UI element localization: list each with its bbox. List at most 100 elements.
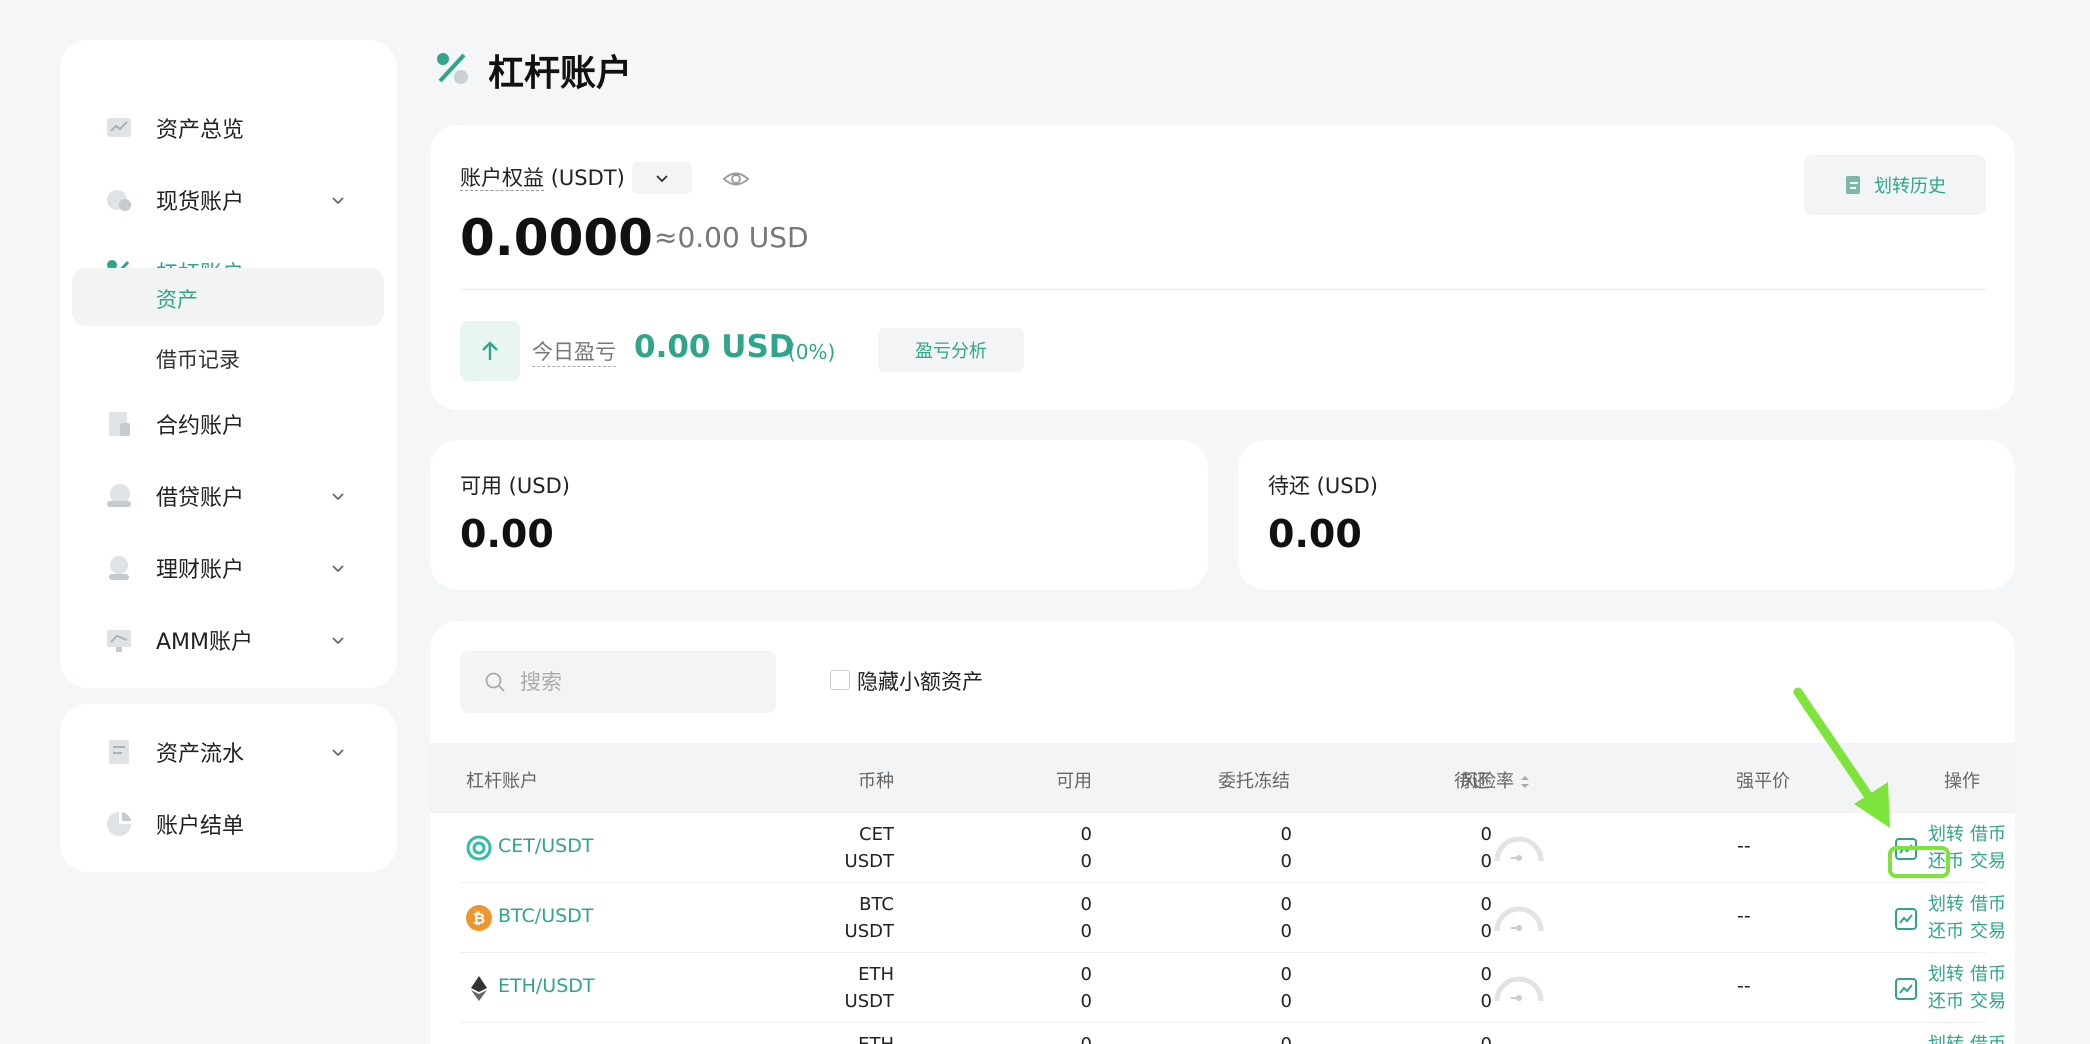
chevron-down-icon [332,637,344,645]
today-pnl-label: 今日盈亏 [532,336,616,367]
sidebar-item-label: 借贷账户 [156,486,245,511]
chart-icon[interactable] [1894,837,1918,861]
pair-link[interactable]: BTC/USDT [498,905,593,927]
transfer-link[interactable]: 划转 [1928,824,1964,845]
table-row: CET/USDT CET USDT 00 00 00 -- 划转 借币 还币 交易 [460,813,2006,883]
sidebar-item-finance[interactable]: 理财账户 [60,538,397,598]
th-frozen: 委托冻结 [1218,771,1290,792]
row-actions: 划转借币 [1928,1031,2008,1044]
sidebar-item-overview[interactable]: 资产总览 [60,98,397,158]
th-risk-label: 风险率 [1460,771,1514,792]
available-base: 0 [1080,964,1092,985]
eye-icon[interactable] [722,165,750,193]
frozen-base: 0 [1280,824,1292,845]
pair-link[interactable]: ETH/USDT [498,975,595,997]
sidebar-item-statement[interactable]: 账户结单 [60,794,397,854]
search-box[interactable] [460,651,776,713]
search-input[interactable] [520,663,760,701]
available-base: 0 [1080,824,1092,845]
row-actions: 划转 借币 还币 交易 [1928,961,2008,1015]
available-card: 可用 (USD) 0.00 [430,440,1208,590]
sort-icon [1520,776,1529,788]
coin-icon [107,190,131,211]
finance-icon [109,556,129,580]
frozen-base: 0 [1280,894,1292,915]
trade-link[interactable]: 交易 [1970,921,2006,942]
table-row: ETH/USDT ETH USDT 00 00 00 -- 划转 借币 还币 交易 [460,953,2006,1023]
row-actions: 划转 借币 还币 交易 [1928,821,2008,875]
amm-icon [107,630,131,652]
risk-gauge-icon [1494,976,1544,1002]
transfer-link[interactable]: 划转 [1928,1034,1964,1044]
today-pnl-percent: (0%) [788,340,836,364]
equity-label-text: 账户权益 [460,166,544,191]
document-icon [1846,176,1860,194]
sidebar-item-loan[interactable]: 借贷账户 [60,466,397,526]
hide-small-checkbox[interactable] [830,670,850,690]
trade-link[interactable]: 交易 [1970,991,2006,1012]
chart-icon[interactable] [1894,977,1918,1001]
transfer-link[interactable]: 划转 [1928,964,1964,985]
up-arrow-box [460,321,520,381]
equity-unit: (USDT) [550,166,625,190]
sidebar-secondary: 资产流水 账户结单 [60,704,397,872]
borrow-link[interactable]: 借币 [1970,824,2006,845]
sidebar-item-label: 合约账户 [156,414,245,439]
risk-gauge-icon [1494,906,1544,932]
sidebar-item-label: 账户结单 [156,814,245,839]
borrow-link[interactable]: 借币 [1970,894,2006,915]
borrow-link[interactable]: 借币 [1970,964,2006,985]
th-currency: 币种 [858,771,894,792]
borrow-link[interactable]: 借币 [1970,1034,2006,1044]
sidebar-item-spot[interactable]: 现货账户 [60,170,397,230]
currency-quote: USDT [844,851,894,872]
sidebar-subitem-assets[interactable]: 资产 [72,268,384,326]
pending-cell: 00 [1360,821,1492,875]
transfer-link[interactable]: 划转 [1928,894,1964,915]
transfer-history-button[interactable]: 划转历史 [1804,155,1986,215]
unit-select[interactable] [632,162,692,194]
th-risk[interactable]: 风险率 [1460,767,1530,793]
th-available: 可用 [1056,771,1092,792]
sidebar-item-futures[interactable]: 合约账户 [60,394,397,454]
pending-base: 0 [1480,894,1492,915]
repay-link[interactable]: 还币 [1928,921,1964,942]
sidebar-subitem-borrow-records[interactable]: 借币记录 [72,328,384,386]
available-base: 0 [960,1031,1092,1044]
table-row: ₿ BTC/USDT BTC USDT 00 00 00 -- 划转 借币 还币 交易 [460,883,2006,953]
pair-link[interactable]: CET/USDT [498,835,593,857]
available-cell: 00 [960,891,1092,945]
available-cell: 00 [960,821,1092,875]
frozen-cell: 00 [1160,821,1292,875]
th-ops: 操作 [1944,771,1980,792]
pending-quote: 0 [1480,921,1492,942]
sidebar-item-amm[interactable]: AMM账户 [60,610,397,670]
ledger-icon [109,740,129,764]
sidebar-item-label: 资产流水 [156,742,245,767]
available-cell: 0 [960,1031,1092,1044]
available-value: 0.00 [460,512,554,556]
frozen-base: 0 [1160,1031,1292,1044]
chart-icon[interactable] [1894,907,1918,931]
chevron-down-icon [656,175,668,183]
available-label: 可用 (USD) [460,474,570,498]
assets-table-card: 隐藏小额资产 杠杆账户 币种 可用 委托冻结 待还 风险率 强平价 操作 CET… [430,621,2015,1044]
frozen-quote: 0 [1280,921,1292,942]
repay-link[interactable]: 还币 [1928,851,1964,872]
hide-small-label: 隐藏小额资产 [857,670,983,694]
repay-link[interactable]: 还币 [1928,991,1964,1012]
available-base: 0 [1080,894,1092,915]
sidebar-item-ledger[interactable]: 资产流水 [60,722,397,782]
svg-text:₿: ₿ [473,910,485,928]
sidebar-item-label: 现货账户 [156,190,245,215]
pnl-analysis-button[interactable]: 盈亏分析 [878,328,1024,372]
search-icon [485,672,505,692]
currency-base: BTC [859,894,894,915]
available-quote: 0 [1080,851,1092,872]
today-pnl-value: 0.00 USD [634,329,795,365]
pending-quote: 0 [1480,851,1492,872]
equity-approx: ≈0.00 USD [654,221,809,254]
trade-link[interactable]: 交易 [1970,851,2006,872]
chevron-down-icon [332,565,344,573]
table-header: 杠杆账户 币种 可用 委托冻结 待还 风险率 强平价 操作 [430,743,2015,813]
